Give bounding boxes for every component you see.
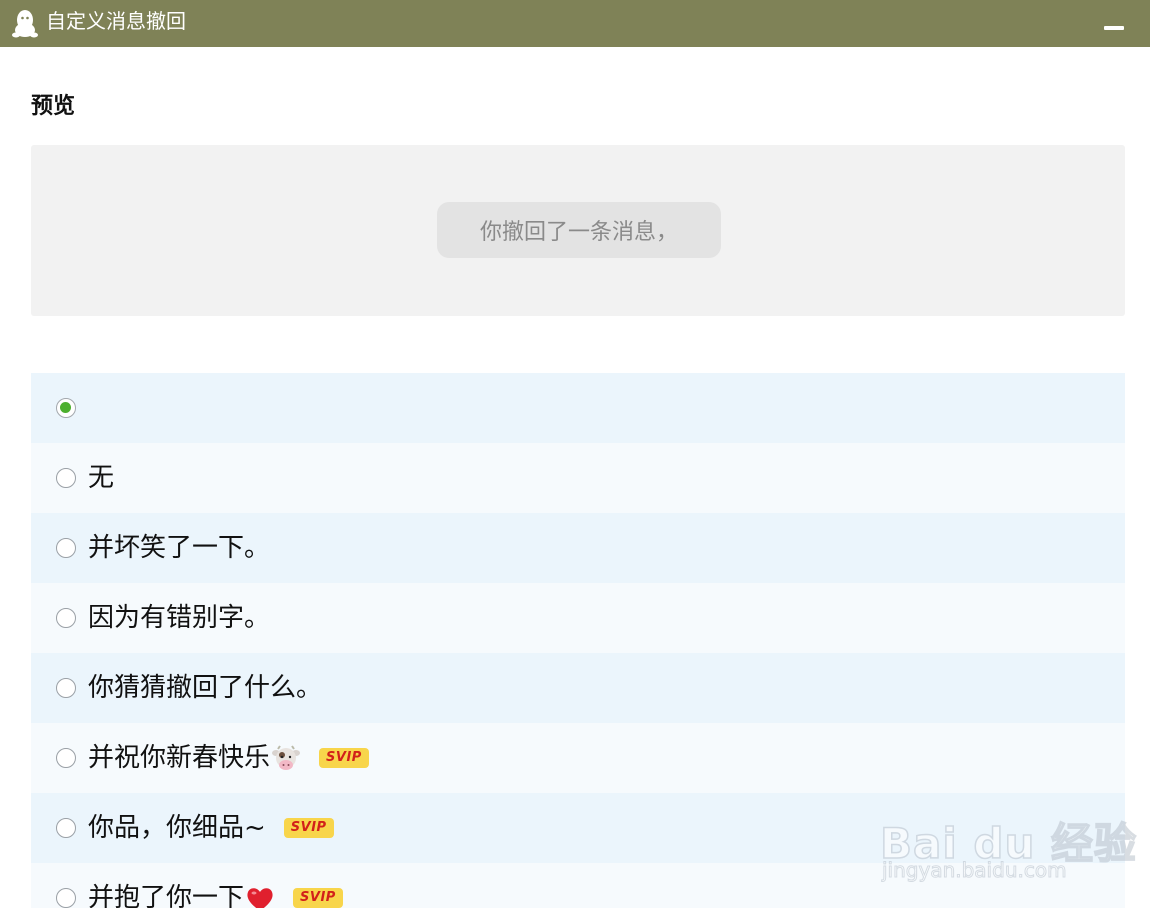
radio-button[interactable]: [56, 888, 76, 908]
radio-button[interactable]: [56, 748, 76, 768]
radio-button-selected[interactable]: [56, 398, 76, 418]
option-label: 并抱了你一下: [88, 881, 275, 908]
minimize-button[interactable]: [1095, 10, 1135, 38]
preview-heading: 预览: [31, 94, 76, 119]
option-row-none[interactable]: 无: [31, 443, 1125, 513]
option-row-guess[interactable]: 你猜猜撤回了什么。: [31, 653, 1125, 723]
radio-button[interactable]: [56, 538, 76, 558]
radio-button[interactable]: [56, 608, 76, 628]
svip-badge: SVIP: [319, 748, 369, 768]
svip-badge: SVIP: [293, 888, 343, 908]
option-label: 你品，你细品~: [88, 813, 266, 843]
preview-panel: 你撤回了一条消息，: [31, 145, 1125, 316]
option-row-default[interactable]: [31, 373, 1125, 443]
option-label: 无: [88, 463, 115, 493]
option-row-typo[interactable]: 因为有错别字。: [31, 583, 1125, 653]
window-title: 自定义消息撤回: [46, 9, 186, 33]
option-label: 并坏笑了一下。: [88, 533, 271, 563]
recall-options-list: 无 并坏笑了一下。 因为有错别字。 你猜猜撤回了什么。 并祝你新春快乐 SVIP…: [31, 373, 1125, 908]
option-row-smirk[interactable]: 并坏笑了一下。: [31, 513, 1125, 583]
radio-button[interactable]: [56, 468, 76, 488]
option-label: 你猜猜撤回了什么。: [88, 673, 323, 703]
option-row-hug[interactable]: 并抱了你一下 SVIP: [31, 863, 1125, 908]
svip-badge: SVIP: [283, 818, 334, 838]
option-row-savor[interactable]: 你品，你细品~ SVIP: [31, 793, 1125, 863]
title-bar: 自定义消息撤回: [0, 0, 1150, 47]
preview-recall-message: 你撤回了一条消息，: [437, 202, 721, 258]
minimize-icon: [1104, 26, 1124, 30]
red-heart-icon: [247, 887, 273, 908]
option-label: 并祝你新春快乐: [88, 741, 301, 775]
option-row-new-year[interactable]: 并祝你新春快乐 SVIP: [31, 723, 1125, 793]
radio-button[interactable]: [56, 818, 76, 838]
option-label: 因为有错别字。: [88, 603, 271, 633]
radio-button[interactable]: [56, 678, 76, 698]
cow-face-icon: [272, 744, 301, 770]
qq-penguin-icon: [12, 10, 38, 38]
